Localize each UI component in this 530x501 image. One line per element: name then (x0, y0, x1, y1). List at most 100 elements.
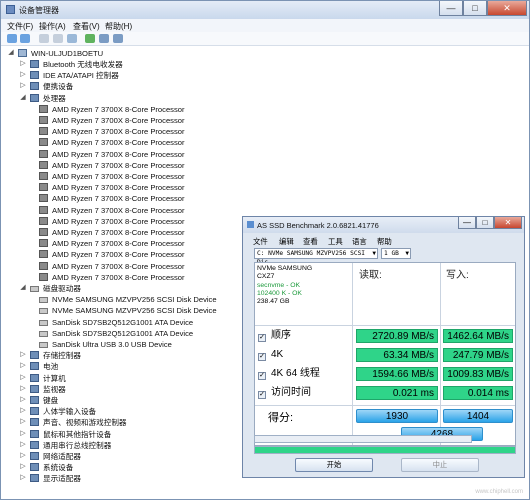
maximize-button[interactable]: □ (463, 1, 487, 16)
tree-item-label: AMD Ryzen 7 3700X 8-Core Processor (52, 116, 185, 125)
expand-icon[interactable]: ▷ (19, 384, 27, 393)
menu-view[interactable]: 查看(V) (73, 21, 100, 32)
ssd-menu-help[interactable]: 帮助 (377, 236, 392, 247)
minimize-button[interactable]: — (439, 1, 463, 16)
expand-icon[interactable]: ▷ (19, 81, 27, 90)
tree-item-label: AMD Ryzen 7 3700X 8-Core Processor (52, 272, 185, 282)
test-row-label[interactable]: ✓ 4K (258, 348, 283, 362)
tree-item-label: AMD Ryzen 7 3700X 8-Core Processor (52, 149, 185, 159)
expand-icon[interactable]: ▷ (19, 70, 27, 79)
test-name: 顺序 (271, 330, 291, 341)
ssd-menu-view[interactable]: 查看 (303, 236, 318, 247)
drive-capacity: 238.47 GB (257, 298, 290, 306)
expand-icon[interactable]: ▷ (19, 59, 27, 68)
size-select[interactable]: 1 GB ▼ (381, 248, 411, 259)
results-panel: NVMe SAMSUNG CXZ7 secnvme - OK 102400 K … (254, 262, 516, 446)
tree-item-label: IDE ATA/ATAPI 控制器 (43, 71, 119, 81)
help-icon[interactable] (53, 34, 63, 43)
processor-icon (30, 93, 39, 102)
device-category-icon (30, 452, 39, 460)
write-result: 1009.83 MB/s (443, 367, 513, 381)
disk-drive-icon (39, 297, 48, 304)
test-checkbox[interactable]: ✓ (258, 353, 266, 361)
expand-icon[interactable]: ▷ (19, 417, 27, 426)
stop-button[interactable]: 中止 (401, 458, 479, 472)
processor-icon (39, 228, 48, 236)
tree-item-label: AMD Ryzen 7 3700X 8-Core Processor (52, 216, 185, 226)
processor-icon (39, 160, 48, 169)
menu-help[interactable]: 帮助(H) (105, 21, 132, 32)
collapse-icon[interactable]: ◢ (19, 283, 27, 292)
tree-item-label: 电池 (43, 362, 59, 372)
collapse-icon[interactable]: ◢ (7, 48, 15, 57)
start-button[interactable]: 开始 (295, 458, 373, 472)
ssd-maximize-button[interactable]: □ (476, 217, 494, 229)
expand-icon[interactable]: ▷ (19, 350, 27, 359)
tree-item-label: 网络适配器 (43, 452, 81, 461)
update-driver-icon[interactable] (85, 34, 95, 43)
ssd-menu-language[interactable]: 语言 (352, 236, 367, 247)
expand-icon[interactable]: ▷ (19, 473, 27, 482)
tree-item-label: AMD Ryzen 7 3700X 8-Core Processor (52, 138, 185, 148)
close-button[interactable]: ✕ (487, 1, 527, 16)
tree-item-label: AMD Ryzen 7 3700X 8-Core Processor (52, 104, 185, 114)
ssd-menu-bar: 文件 编辑 查看 工具 语言 帮助 (243, 234, 524, 246)
expand-icon[interactable]: ▷ (19, 462, 27, 471)
write-header: 写入: (446, 270, 469, 281)
write-result: 0.014 ms (443, 386, 513, 400)
ssd-close-button[interactable]: ✕ (494, 217, 522, 229)
drive-info: NVMe SAMSUNG CXZ7 secnvme - OK 102400 K … (257, 265, 343, 324)
ssd-minimize-button[interactable]: — (458, 217, 476, 229)
menu-file[interactable]: 文件(F) (7, 21, 33, 32)
test-row-label[interactable]: ✓ 4K 64 线程 (258, 367, 320, 381)
tree-item-label: 监视器 (43, 384, 66, 394)
menu-action[interactable]: 操作(A) (39, 21, 66, 32)
expand-icon[interactable]: ▷ (19, 361, 27, 370)
expand-icon[interactable]: ▷ (19, 373, 27, 382)
read-result: 63.34 MB/s (356, 348, 438, 362)
test-name: 4K (271, 349, 284, 360)
test-name: 访问时间 (271, 387, 311, 398)
menu-bar: 文件(F) 操作(A) 查看(V) 帮助(H) (1, 19, 529, 32)
read-header: 读取: (359, 270, 382, 281)
disable-icon[interactable] (113, 34, 123, 43)
test-row-label[interactable]: ✓ 访问时间 (258, 386, 311, 400)
properties-icon[interactable] (39, 34, 49, 43)
score-label: 得分: (268, 412, 294, 424)
tree-item-label: 系统设备 (43, 463, 74, 473)
uninstall-icon[interactable] (99, 34, 109, 43)
processor-icon (39, 205, 48, 214)
device-category-icon (30, 418, 39, 427)
read-result: 1594.66 MB/s (356, 367, 438, 381)
tree-item-label: AMD Ryzen 7 3700X 8-Core Processor (52, 205, 185, 215)
score-read: 1930 (356, 409, 438, 423)
back-icon[interactable] (7, 34, 17, 43)
ssd-menu-edit[interactable]: 编辑 (279, 236, 294, 247)
expand-icon[interactable]: ▷ (19, 451, 27, 460)
tree-item-label: NVMe SAMSUNG MZVPV256 SCSI Disk Device (52, 306, 217, 316)
portable-device-icon (30, 82, 39, 91)
processor-icon (39, 194, 48, 203)
ssd-menu-file[interactable]: 文件 (253, 236, 268, 247)
tree-item-label: AMD Ryzen 7 3700X 8-Core Processor (52, 261, 185, 271)
toolbar (1, 32, 529, 46)
device-category-icon (30, 463, 39, 472)
forward-icon[interactable] (20, 34, 30, 43)
collapse-icon[interactable]: ◢ (19, 93, 27, 102)
test-row-label[interactable]: ✓ 顺序 (258, 329, 291, 343)
expand-icon[interactable]: ▷ (19, 429, 27, 438)
test-checkbox[interactable]: ✓ (258, 372, 266, 380)
chevron-down-icon: ▼ (372, 250, 376, 257)
ssd-menu-tools[interactable]: 工具 (328, 236, 343, 247)
disk-drive-icon (39, 319, 48, 326)
read-result: 0.021 ms (356, 386, 438, 400)
scan-icon[interactable] (67, 34, 77, 43)
expand-icon[interactable]: ▷ (19, 440, 27, 449)
test-checkbox[interactable]: ✓ (258, 391, 266, 399)
tree-item-label: 键盘 (43, 396, 59, 405)
expand-icon[interactable]: ▷ (19, 395, 27, 404)
test-checkbox[interactable]: ✓ (258, 334, 266, 342)
tree-item-label: AMD Ryzen 7 3700X 8-Core Processor (52, 172, 185, 181)
drive-select[interactable]: C: NVMe SAMSUNG MZVPV256 SCSI Dis ▼ (254, 248, 378, 266)
expand-icon[interactable]: ▷ (19, 406, 27, 415)
